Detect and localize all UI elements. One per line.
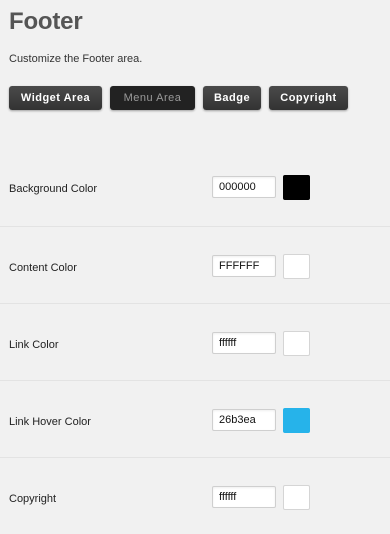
setting-label: Link Color xyxy=(9,339,59,351)
setting-row-background-color: Background Color 000000 xyxy=(0,149,390,226)
hex-color-input[interactable]: 26b3ea xyxy=(212,409,276,431)
footer-tabs: Widget Area Menu Area Badge Copyright xyxy=(9,86,348,110)
tab-badge[interactable]: Badge xyxy=(203,86,261,110)
color-swatch[interactable] xyxy=(283,331,310,356)
setting-label: Copyright xyxy=(9,493,57,505)
hex-color-input[interactable]: ffffff xyxy=(212,332,276,354)
color-swatch[interactable] xyxy=(283,408,310,433)
color-swatch[interactable] xyxy=(283,254,310,279)
tab-menu-area[interactable]: Menu Area xyxy=(110,86,195,110)
setting-row-link-color: Link Color ffffff xyxy=(0,303,390,380)
setting-label: Background Color xyxy=(9,183,98,195)
setting-label: Link Hover Color xyxy=(9,416,91,428)
color-swatch[interactable] xyxy=(283,175,310,200)
color-swatch[interactable] xyxy=(283,485,310,510)
setting-row-copyright: Copyright ffffff xyxy=(0,457,390,534)
setting-label: Content Color xyxy=(9,262,77,274)
tab-copyright[interactable]: Copyright xyxy=(269,86,348,110)
hex-color-input[interactable]: ffffff xyxy=(212,486,276,508)
setting-row-content-color: Content Color FFFFFF xyxy=(0,226,390,303)
page-title: Footer xyxy=(9,8,83,35)
page-subtitle: Customize the Footer area. xyxy=(9,53,143,65)
setting-row-link-hover-color: Link Hover Color 26b3ea xyxy=(0,380,390,457)
tab-widget-area[interactable]: Widget Area xyxy=(9,86,102,110)
hex-color-input[interactable]: 000000 xyxy=(212,176,276,198)
hex-color-input[interactable]: FFFFFF xyxy=(212,255,276,277)
